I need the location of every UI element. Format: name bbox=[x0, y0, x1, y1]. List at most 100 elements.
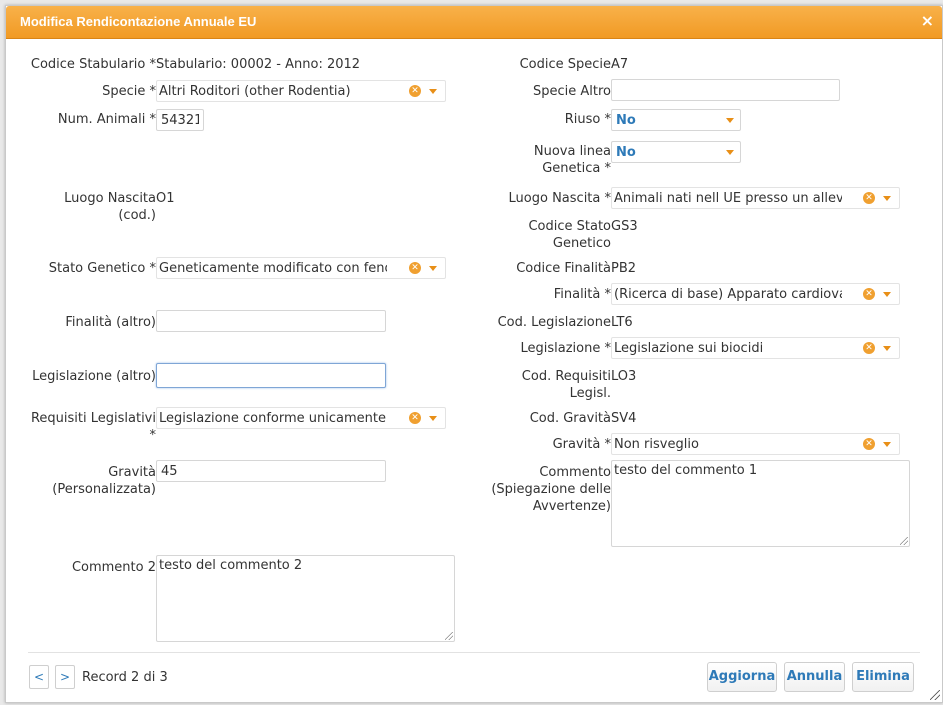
chevron-down-icon[interactable] bbox=[429, 416, 437, 421]
legislazione-combo-text: Legislazione sui biocidi bbox=[614, 341, 764, 356]
specie-combo[interactable]: Altri Roditori (other Rodentia) ✕ bbox=[156, 80, 446, 102]
label-commento2: Commento 2 bbox=[71, 560, 156, 575]
gravita-combo-text: Non risveglio bbox=[614, 437, 699, 452]
clear-icon[interactable]: ✕ bbox=[409, 262, 421, 274]
label-commento: Commento (Spiegazione delle Avvertenze) bbox=[491, 464, 611, 515]
label-codice-finalita: Codice Finalità bbox=[516, 261, 611, 276]
prev-record-button[interactable]: < bbox=[29, 665, 49, 689]
chevron-down-icon[interactable] bbox=[883, 292, 891, 297]
dialog-titlebar[interactable]: Modifica Rendicontazione Annuale EU × bbox=[6, 6, 942, 39]
num-animali-input-wrap[interactable] bbox=[156, 109, 204, 131]
nuova-linea-select[interactable]: No bbox=[611, 141, 741, 163]
value-luogo-nascita-cod: O1 bbox=[156, 191, 175, 206]
commento2-textarea[interactable]: testo del commento 2 bbox=[156, 555, 455, 642]
specie-altro-input-wrap[interactable] bbox=[611, 79, 840, 101]
label-requisiti-legislativi: Requisiti Legislativi * bbox=[31, 410, 156, 444]
footer-divider bbox=[28, 652, 920, 653]
label-luogo-nascita-cod-l1: Luogo Nascita bbox=[64, 191, 156, 206]
label-codice-stabulario: Codice Stabulario * bbox=[30, 57, 156, 72]
resize-grip-icon[interactable] bbox=[445, 632, 453, 640]
label-nuova-linea: Nuova linea Genetica * bbox=[534, 143, 611, 177]
chevron-down-icon[interactable] bbox=[883, 442, 891, 447]
label-requisiti-l1: Requisiti Legislativi bbox=[30, 411, 156, 426]
commento-textarea[interactable]: testo del commento 1 bbox=[611, 460, 910, 547]
label-finalita-altro: Finalità (altro) bbox=[65, 315, 156, 330]
finalita-combo-text: (Ricerca di base) Apparato cardiova bbox=[614, 287, 842, 302]
clear-icon[interactable]: ✕ bbox=[863, 438, 875, 450]
label-gravita-personalizzata: Gravità (Personalizzata) bbox=[52, 464, 156, 498]
close-icon[interactable]: × bbox=[921, 12, 934, 30]
riuso-select[interactable]: No bbox=[611, 109, 741, 131]
finalita-altro-input[interactable] bbox=[157, 311, 385, 331]
legislazione-combo[interactable]: Legislazione sui biocidi ✕ bbox=[611, 337, 900, 359]
value-codice-finalita: PB2 bbox=[611, 261, 637, 276]
legislazione-altro-input-wrap[interactable] bbox=[156, 363, 386, 388]
label-codice-specie: Codice Specie bbox=[519, 57, 611, 72]
label-luogo-nascita: Luogo Nascita * bbox=[508, 191, 611, 206]
clear-icon[interactable]: ✕ bbox=[863, 288, 875, 300]
dialog-title: Modifica Rendicontazione Annuale EU bbox=[20, 14, 257, 29]
next-record-button[interactable]: > bbox=[55, 665, 75, 689]
record-counter: Record 2 di 3 bbox=[82, 670, 168, 685]
gravita-personalizzata-input[interactable] bbox=[157, 461, 385, 481]
requisiti-combo-text: Legislazione conforme unicamente bbox=[159, 411, 386, 426]
value-codice-stabulario: Stabulario: 00002 - Anno: 2012 bbox=[156, 57, 361, 72]
chevron-down-icon[interactable] bbox=[883, 196, 891, 201]
chevron-down-icon[interactable] bbox=[726, 118, 734, 123]
clear-icon[interactable]: ✕ bbox=[863, 192, 875, 204]
label-cod-requisiti: Cod. Requisiti Legisl. bbox=[522, 368, 611, 402]
value-cod-legislazione: LT6 bbox=[611, 315, 633, 330]
label-codice-stato-l1: Codice Stato bbox=[528, 219, 611, 234]
label-riuso: Riuso * bbox=[564, 112, 611, 127]
finalita-altro-input-wrap[interactable] bbox=[156, 310, 386, 332]
label-gravita: Gravità * bbox=[552, 437, 611, 452]
label-nuova-linea-l1: Nuova linea bbox=[533, 144, 611, 159]
label-cod-requisiti-l2: Legisl. bbox=[569, 386, 611, 401]
specie-altro-input[interactable] bbox=[612, 80, 839, 100]
luogo-nascita-combo-text: Animali nati nell UE presso un allev bbox=[614, 191, 842, 206]
gravita-personalizzata-input-wrap[interactable] bbox=[156, 460, 386, 482]
annulla-button[interactable]: Annulla bbox=[784, 662, 845, 692]
chevron-down-icon[interactable] bbox=[883, 346, 891, 351]
elimina-button[interactable]: Elimina bbox=[852, 662, 914, 692]
resize-grip-icon[interactable] bbox=[900, 537, 908, 545]
label-cod-legislazione: Cod. Legislazione bbox=[497, 315, 611, 330]
aggiorna-button[interactable]: Aggiorna bbox=[707, 662, 777, 692]
clear-icon[interactable]: ✕ bbox=[863, 342, 875, 354]
resize-corner-icon[interactable] bbox=[930, 690, 940, 700]
commento-text: testo del commento 1 bbox=[614, 463, 758, 478]
riuso-select-value: No bbox=[616, 113, 636, 128]
num-animali-input[interactable] bbox=[157, 110, 203, 130]
label-codice-stato-l2: Genetico bbox=[552, 236, 611, 251]
label-commento-l3: Avvertenze) bbox=[532, 499, 611, 514]
value-cod-gravita: SV4 bbox=[611, 411, 637, 426]
label-gravita-pers-l2: (Personalizzata) bbox=[52, 482, 156, 497]
value-cod-requisiti: LO3 bbox=[611, 369, 637, 384]
requisiti-legislativi-combo[interactable]: Legislazione conforme unicamente ✕ bbox=[156, 407, 446, 429]
commento2-text: testo del commento 2 bbox=[159, 558, 303, 573]
stato-genetico-combo-text: Geneticamente modificato con feno bbox=[159, 261, 387, 276]
label-legislazione-altro: Legislazione (altro) bbox=[32, 369, 156, 384]
label-commento-l2: (Spiegazione delle bbox=[491, 482, 611, 497]
finalita-combo[interactable]: (Ricerca di base) Apparato cardiova ✕ bbox=[611, 283, 900, 305]
label-specie: Specie * bbox=[102, 84, 156, 99]
chevron-down-icon[interactable] bbox=[429, 266, 437, 271]
label-gravita-pers-l1: Gravità bbox=[108, 465, 156, 480]
clear-icon[interactable]: ✕ bbox=[409, 85, 421, 97]
label-cod-requisiti-l1: Cod. Requisiti bbox=[521, 369, 611, 384]
label-specie-altro: Specie Altro bbox=[532, 84, 611, 99]
luogo-nascita-combo[interactable]: Animali nati nell UE presso un allev ✕ bbox=[611, 187, 900, 209]
label-stato-genetico: Stato Genetico * bbox=[48, 261, 156, 276]
clear-icon[interactable]: ✕ bbox=[409, 412, 421, 424]
label-cod-gravita: Cod. Gravità bbox=[529, 411, 611, 426]
label-commento-l1: Commento bbox=[539, 465, 611, 480]
gravita-combo[interactable]: Non risveglio ✕ bbox=[611, 433, 900, 455]
label-nuova-linea-l2: Genetica * bbox=[542, 161, 611, 176]
chevron-down-icon[interactable] bbox=[429, 89, 437, 94]
label-num-animali: Num. Animali * bbox=[57, 112, 156, 127]
specie-combo-text: Altri Roditori (other Rodentia) bbox=[159, 84, 351, 99]
stato-genetico-combo[interactable]: Geneticamente modificato con feno ✕ bbox=[156, 257, 446, 279]
chevron-down-icon[interactable] bbox=[726, 150, 734, 155]
legislazione-altro-input[interactable] bbox=[157, 364, 385, 387]
nuova-linea-select-value: No bbox=[616, 145, 636, 160]
